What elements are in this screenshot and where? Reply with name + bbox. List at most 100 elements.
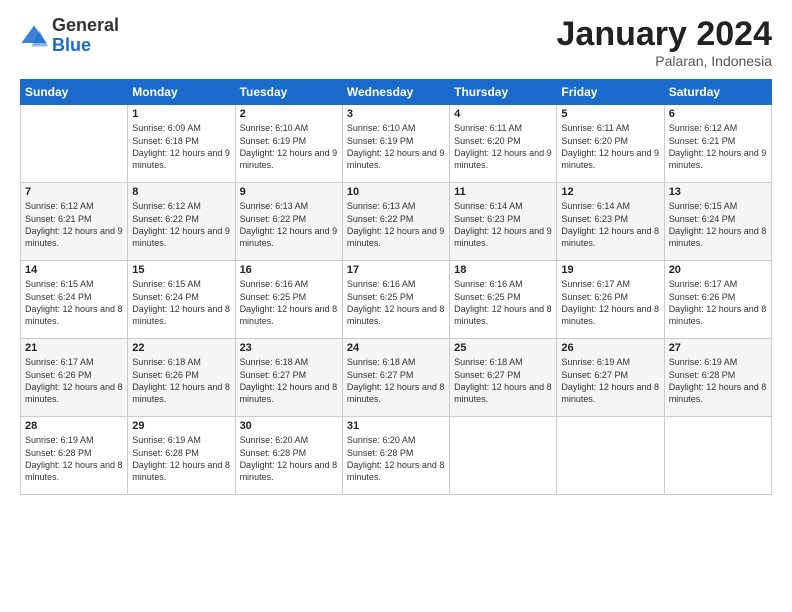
day-number: 25 — [454, 342, 552, 354]
day-number: 11 — [454, 186, 552, 198]
cell-info: Sunrise: 6:11 AMSunset: 6:20 PMDaylight:… — [561, 122, 659, 171]
day-number: 4 — [454, 108, 552, 120]
cell-info: Sunrise: 6:17 AMSunset: 6:26 PMDaylight:… — [669, 278, 767, 327]
cell-w4-d7: 27Sunrise: 6:19 AMSunset: 6:28 PMDayligh… — [664, 339, 771, 417]
cell-info: Sunrise: 6:19 AMSunset: 6:28 PMDaylight:… — [25, 434, 123, 483]
day-number: 20 — [669, 264, 767, 276]
day-number: 14 — [25, 264, 123, 276]
cell-info: Sunrise: 6:13 AMSunset: 6:22 PMDaylight:… — [347, 200, 445, 249]
day-number: 1 — [132, 108, 230, 120]
day-number: 30 — [240, 420, 338, 432]
day-number: 19 — [561, 264, 659, 276]
cell-w2-d1: 7Sunrise: 6:12 AMSunset: 6:21 PMDaylight… — [21, 183, 128, 261]
day-number: 8 — [132, 186, 230, 198]
cell-w1-d7: 6Sunrise: 6:12 AMSunset: 6:21 PMDaylight… — [664, 105, 771, 183]
col-thursday: Thursday — [450, 80, 557, 105]
cell-info: Sunrise: 6:16 AMSunset: 6:25 PMDaylight:… — [240, 278, 338, 327]
cell-w5-d5 — [450, 417, 557, 495]
day-number: 28 — [25, 420, 123, 432]
cell-w4-d2: 22 Sunrise: 6:18 AMSunset: 6:26 PMDayligh… — [128, 339, 235, 417]
cell-w5-d3: 30 Sunrise: 6:20 AMSunset: 6:28 PMDayligh… — [235, 417, 342, 495]
cell-w3-d2: 15Sunrise: 6:15 AMSunset: 6:24 PMDayligh… — [128, 261, 235, 339]
cell-info: Sunrise: 6:10 AMSunset: 6:19 PMDaylight:… — [347, 122, 445, 171]
cell-info: Sunrise: 6:12 AMSunset: 6:22 PMDaylight:… — [132, 200, 230, 249]
cell-w3-d7: 20 Sunrise: 6:17 AMSunset: 6:26 PMDayligh… — [664, 261, 771, 339]
day-number: 16 — [240, 264, 338, 276]
logo-blue: Blue — [52, 35, 91, 55]
cell-w1-d3: 2 Sunrise: 6:10 AMSunset: 6:19 PMDaylight… — [235, 105, 342, 183]
day-number: 15 — [132, 264, 230, 276]
cell-w2-d5: 11 Sunrise: 6:14 AMSunset: 6:23 PMDayligh… — [450, 183, 557, 261]
cell-w2-d6: 12 Sunrise: 6:14 AMSunset: 6:23 PMDayligh… — [557, 183, 664, 261]
cell-w5-d6 — [557, 417, 664, 495]
week-row-3: 14 Sunrise: 6:15 AMSunset: 6:24 PMDayligh… — [21, 261, 772, 339]
location: Palaran, Indonesia — [557, 53, 773, 69]
cell-w3-d3: 16 Sunrise: 6:16 AMSunset: 6:25 PMDayligh… — [235, 261, 342, 339]
header-row: Sunday Monday Tuesday Wednesday Thursday… — [21, 80, 772, 105]
cell-info: Sunrise: 6:09 AMSunset: 6:18 PMDaylight:… — [132, 122, 230, 171]
day-number: 5 — [561, 108, 659, 120]
cell-info: Sunrise: 6:18 AMSunset: 6:27 PMDaylight:… — [347, 356, 445, 405]
title-block: January 2024 Palaran, Indonesia — [557, 16, 773, 69]
cell-info: Sunrise: 6:16 AMSunset: 6:25 PMDaylight:… — [454, 278, 552, 327]
cell-w5-d1: 28 Sunrise: 6:19 AMSunset: 6:28 PMDayligh… — [21, 417, 128, 495]
header: General Blue January 2024 Palaran, Indon… — [20, 16, 772, 69]
cell-info: Sunrise: 6:20 AMSunset: 6:28 PMDaylight:… — [240, 434, 338, 483]
day-number: 24 — [347, 342, 445, 354]
cell-info: Sunrise: 6:14 AMSunset: 6:23 PMDaylight:… — [561, 200, 659, 249]
day-number: 17 — [347, 264, 445, 276]
day-number: 12 — [561, 186, 659, 198]
cell-w4-d4: 24 Sunrise: 6:18 AMSunset: 6:27 PMDayligh… — [342, 339, 449, 417]
logo-general: General — [52, 15, 119, 35]
cell-w4-d5: 25 Sunrise: 6:18 AMSunset: 6:27 PMDayligh… — [450, 339, 557, 417]
cell-info: Sunrise: 6:19 AMSunset: 6:28 PMDaylight:… — [132, 434, 230, 483]
col-monday: Monday — [128, 80, 235, 105]
day-number: 7 — [25, 186, 123, 198]
cell-info: Sunrise: 6:18 AMSunset: 6:26 PMDaylight:… — [132, 356, 230, 405]
col-friday: Friday — [557, 80, 664, 105]
cell-info: Sunrise: 6:14 AMSunset: 6:23 PMDaylight:… — [454, 200, 552, 249]
day-number: 23 — [240, 342, 338, 354]
month-title: January 2024 — [557, 16, 773, 53]
cell-w1-d5: 4 Sunrise: 6:11 AMSunset: 6:20 PMDaylight… — [450, 105, 557, 183]
cell-info: Sunrise: 6:17 AMSunset: 6:26 PMDaylight:… — [25, 356, 123, 405]
cell-info: Sunrise: 6:15 AMSunset: 6:24 PMDaylight:… — [25, 278, 123, 327]
page: General Blue January 2024 Palaran, Indon… — [0, 0, 792, 612]
week-row-2: 7Sunrise: 6:12 AMSunset: 6:21 PMDaylight… — [21, 183, 772, 261]
cell-info: Sunrise: 6:11 AMSunset: 6:20 PMDaylight:… — [454, 122, 552, 171]
cell-w3-d4: 17Sunrise: 6:16 AMSunset: 6:25 PMDayligh… — [342, 261, 449, 339]
cell-w3-d5: 18Sunrise: 6:16 AMSunset: 6:25 PMDayligh… — [450, 261, 557, 339]
cell-w3-d1: 14 Sunrise: 6:15 AMSunset: 6:24 PMDayligh… — [21, 261, 128, 339]
day-number: 22 — [132, 342, 230, 354]
cell-w5-d2: 29 Sunrise: 6:19 AMSunset: 6:28 PMDayligh… — [128, 417, 235, 495]
week-row-4: 21Sunrise: 6:17 AMSunset: 6:26 PMDayligh… — [21, 339, 772, 417]
day-number: 31 — [347, 420, 445, 432]
day-number: 29 — [132, 420, 230, 432]
cell-w3-d6: 19Sunrise: 6:17 AMSunset: 6:26 PMDayligh… — [557, 261, 664, 339]
cell-info: Sunrise: 6:18 AMSunset: 6:27 PMDaylight:… — [454, 356, 552, 405]
cell-w2-d7: 13Sunrise: 6:15 AMSunset: 6:24 PMDayligh… — [664, 183, 771, 261]
cell-w1-d4: 3 Sunrise: 6:10 AMSunset: 6:19 PMDaylight… — [342, 105, 449, 183]
cell-info: Sunrise: 6:15 AMSunset: 6:24 PMDaylight:… — [669, 200, 767, 249]
col-saturday: Saturday — [664, 80, 771, 105]
cell-w4-d6: 26 Sunrise: 6:19 AMSunset: 6:27 PMDayligh… — [557, 339, 664, 417]
cell-info: Sunrise: 6:19 AMSunset: 6:28 PMDaylight:… — [669, 356, 767, 405]
week-row-5: 28 Sunrise: 6:19 AMSunset: 6:28 PMDayligh… — [21, 417, 772, 495]
cell-info: Sunrise: 6:10 AMSunset: 6:19 PMDaylight:… — [240, 122, 338, 171]
day-number: 9 — [240, 186, 338, 198]
cell-w5-d4: 31Sunrise: 6:20 AMSunset: 6:28 PMDayligh… — [342, 417, 449, 495]
day-number: 3 — [347, 108, 445, 120]
day-number: 10 — [347, 186, 445, 198]
logo-text: General Blue — [52, 16, 119, 56]
cell-w1-d1 — [21, 105, 128, 183]
cell-w1-d2: 1 Sunrise: 6:09 AMSunset: 6:18 PMDaylight… — [128, 105, 235, 183]
cell-w1-d6: 5 Sunrise: 6:11 AMSunset: 6:20 PMDaylight… — [557, 105, 664, 183]
logo-icon — [20, 22, 48, 50]
col-wednesday: Wednesday — [342, 80, 449, 105]
cell-info: Sunrise: 6:19 AMSunset: 6:27 PMDaylight:… — [561, 356, 659, 405]
col-sunday: Sunday — [21, 80, 128, 105]
day-number: 26 — [561, 342, 659, 354]
cell-info: Sunrise: 6:18 AMSunset: 6:27 PMDaylight:… — [240, 356, 338, 405]
day-number: 6 — [669, 108, 767, 120]
day-number: 2 — [240, 108, 338, 120]
